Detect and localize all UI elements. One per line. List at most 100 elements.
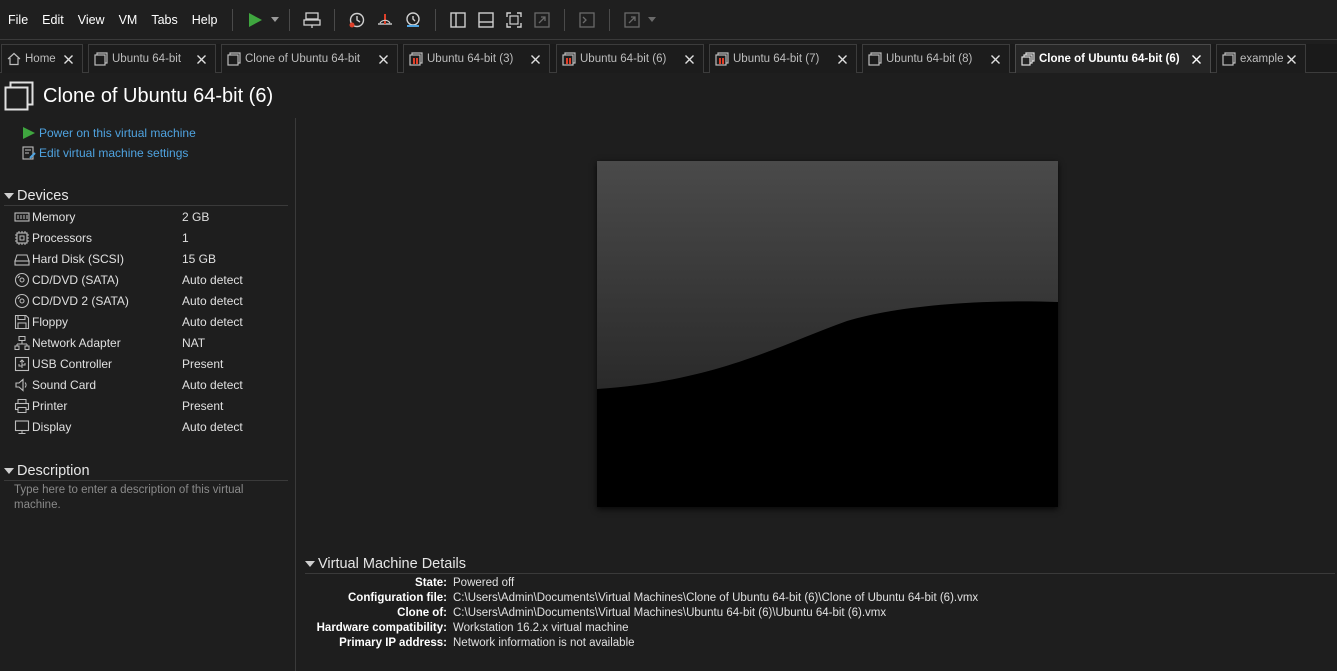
menu-file[interactable]: File — [0, 0, 35, 40]
memory-icon — [14, 212, 30, 222]
processor-icon — [15, 231, 29, 245]
description-heading: Description — [17, 462, 90, 479]
home-icon — [7, 52, 21, 66]
tab-label: Home — [25, 53, 56, 65]
tab-ubuntu-64-bit[interactable]: Ubuntu 64-bit — [88, 44, 216, 73]
send-ctrl-alt-del-button[interactable] — [298, 6, 326, 34]
tab-label: Ubuntu 64-bit (8) — [886, 53, 973, 65]
detail-key: Configuration file: — [347, 591, 447, 604]
device-row-floppy[interactable]: Floppy Auto detect — [14, 312, 284, 332]
device-name: Hard Disk (SCSI) — [32, 252, 125, 266]
thumbnail-bar-button[interactable] — [472, 6, 500, 34]
tab-clone-of-ubuntu-64-bit-6[interactable]: Clone of Ubuntu 64-bit (6) — [1015, 44, 1211, 73]
power-on-button[interactable] — [241, 6, 269, 34]
menu-help[interactable]: Help — [185, 0, 225, 40]
power-on-link[interactable]: Power on this virtual machine — [22, 124, 196, 142]
cd-dvd-icon — [14, 272, 30, 288]
edit-settings-icon — [22, 146, 36, 160]
unity-icon — [534, 11, 551, 28]
stretch-icon — [624, 11, 641, 28]
devices-heading: Devices — [17, 187, 69, 204]
tab-label: Ubuntu 64-bit (3) — [427, 53, 514, 65]
tab-ubuntu-64-bit-3[interactable]: Ubuntu 64-bit (3) — [403, 44, 550, 73]
power-options-dropdown[interactable] — [269, 6, 281, 34]
close-icon[interactable] — [834, 51, 850, 67]
tab-label: Clone of Ubuntu 64-bit (6) — [1039, 53, 1180, 65]
cd-dvd-icon — [14, 293, 30, 309]
edit-settings-link[interactable]: Edit virtual machine settings — [22, 144, 188, 162]
close-icon[interactable] — [375, 51, 391, 67]
snapshot-manager-button[interactable] — [399, 6, 427, 34]
console-icon — [579, 11, 596, 28]
device-row-printer[interactable]: Printer Present — [14, 396, 284, 416]
close-icon[interactable] — [60, 51, 76, 67]
device-row-memory[interactable]: Memory 2 GB — [14, 207, 284, 227]
thumbnail-bar-icon — [478, 11, 495, 28]
description-section-header[interactable]: Description — [4, 461, 288, 481]
device-name: Floppy — [32, 315, 69, 329]
close-icon[interactable] — [987, 51, 1003, 67]
device-row-sound-card[interactable]: Sound Card Auto detect — [14, 375, 284, 395]
device-row-cd-dvd-2[interactable]: CD/DVD 2 (SATA) Auto detect — [14, 291, 284, 311]
close-icon[interactable] — [193, 51, 209, 67]
close-icon[interactable] — [1188, 51, 1204, 67]
tab-label: Ubuntu 64-bit (7) — [733, 53, 820, 65]
tab-ubuntu-64-bit-7[interactable]: Ubuntu 64-bit (7) — [709, 44, 857, 73]
device-row-display[interactable]: Display Auto detect — [14, 417, 284, 437]
tab-ubuntu-64-bit-6[interactable]: Ubuntu 64-bit (6) — [556, 44, 704, 73]
unity-button[interactable] — [528, 6, 556, 34]
vm-paused-icon — [409, 52, 423, 66]
device-row-cd-dvd[interactable]: CD/DVD (SATA) Auto detect — [14, 270, 284, 290]
collapse-triangle-icon — [4, 192, 14, 199]
device-row-processors[interactable]: Processors 1 — [14, 228, 284, 248]
device-name: USB Controller — [32, 357, 113, 371]
tab-example6[interactable]: example6 — [1216, 44, 1306, 73]
vm-details-section-header[interactable]: Virtual Machine Details — [305, 554, 1335, 574]
device-name: Network Adapter — [32, 336, 121, 350]
network-icon — [14, 336, 30, 350]
close-icon[interactable] — [527, 51, 543, 67]
show-library-button[interactable] — [444, 6, 472, 34]
device-value: Present — [182, 357, 224, 371]
device-value: 2 GB — [182, 210, 210, 224]
device-row-hard-disk[interactable]: Hard Disk (SCSI) 15 GB — [14, 249, 284, 269]
device-value: Auto detect — [182, 315, 243, 329]
tab-label: Clone of Ubuntu 64-bit — [245, 53, 361, 65]
tab-ubuntu-64-bit-8[interactable]: Ubuntu 64-bit (8) — [862, 44, 1010, 73]
page-title: Clone of Ubuntu 64-bit (6) — [43, 84, 274, 107]
device-row-network-adapter[interactable]: Network Adapter NAT — [14, 333, 284, 353]
tab-clone-of-ubuntu-64-bit[interactable]: Clone of Ubuntu 64-bit — [221, 44, 398, 73]
device-value: Auto detect — [182, 378, 243, 392]
vm-icon — [1222, 52, 1236, 66]
snapshot-icon — [349, 12, 365, 27]
device-value: Present — [182, 399, 224, 413]
full-screen-icon — [506, 11, 523, 28]
vm-screen-thumbnail[interactable] — [597, 161, 1058, 507]
devices-section-header[interactable]: Devices — [4, 186, 288, 206]
menu-vm[interactable]: VM — [112, 0, 145, 40]
description-field[interactable]: Type here to enter a description of this… — [14, 483, 274, 513]
collapse-triangle-icon — [305, 560, 315, 567]
menu-view[interactable]: View — [71, 0, 112, 40]
close-icon[interactable] — [1283, 51, 1299, 67]
close-icon[interactable] — [681, 51, 697, 67]
menu-tabs[interactable]: Tabs — [144, 0, 184, 40]
vm-details-heading: Virtual Machine Details — [318, 555, 467, 572]
device-row-usb-controller[interactable]: USB Controller Present — [14, 354, 284, 374]
menu-edit[interactable]: Edit — [35, 0, 71, 40]
stretch-guest-button[interactable] — [618, 6, 646, 34]
full-screen-button[interactable] — [500, 6, 528, 34]
detail-value: C:\Users\Admin\Documents\Virtual Machine… — [453, 591, 979, 604]
device-name: Memory — [32, 210, 76, 224]
take-snapshot-button[interactable] — [343, 6, 371, 34]
vm-summary-panel: Power on this virtual machine Edit virtu… — [0, 118, 296, 671]
tab-label: example6 — [1240, 53, 1283, 65]
play-icon — [249, 12, 263, 27]
stretch-options-dropdown[interactable] — [646, 6, 658, 34]
tab-bar: Home Ubuntu 64-bit Clone of Ubuntu 64-bi… — [0, 44, 1337, 73]
play-icon — [23, 127, 35, 139]
console-view-button[interactable] — [573, 6, 601, 34]
tab-home[interactable]: Home — [1, 44, 83, 73]
hard-disk-icon — [14, 254, 30, 266]
revert-snapshot-button[interactable] — [371, 6, 399, 34]
